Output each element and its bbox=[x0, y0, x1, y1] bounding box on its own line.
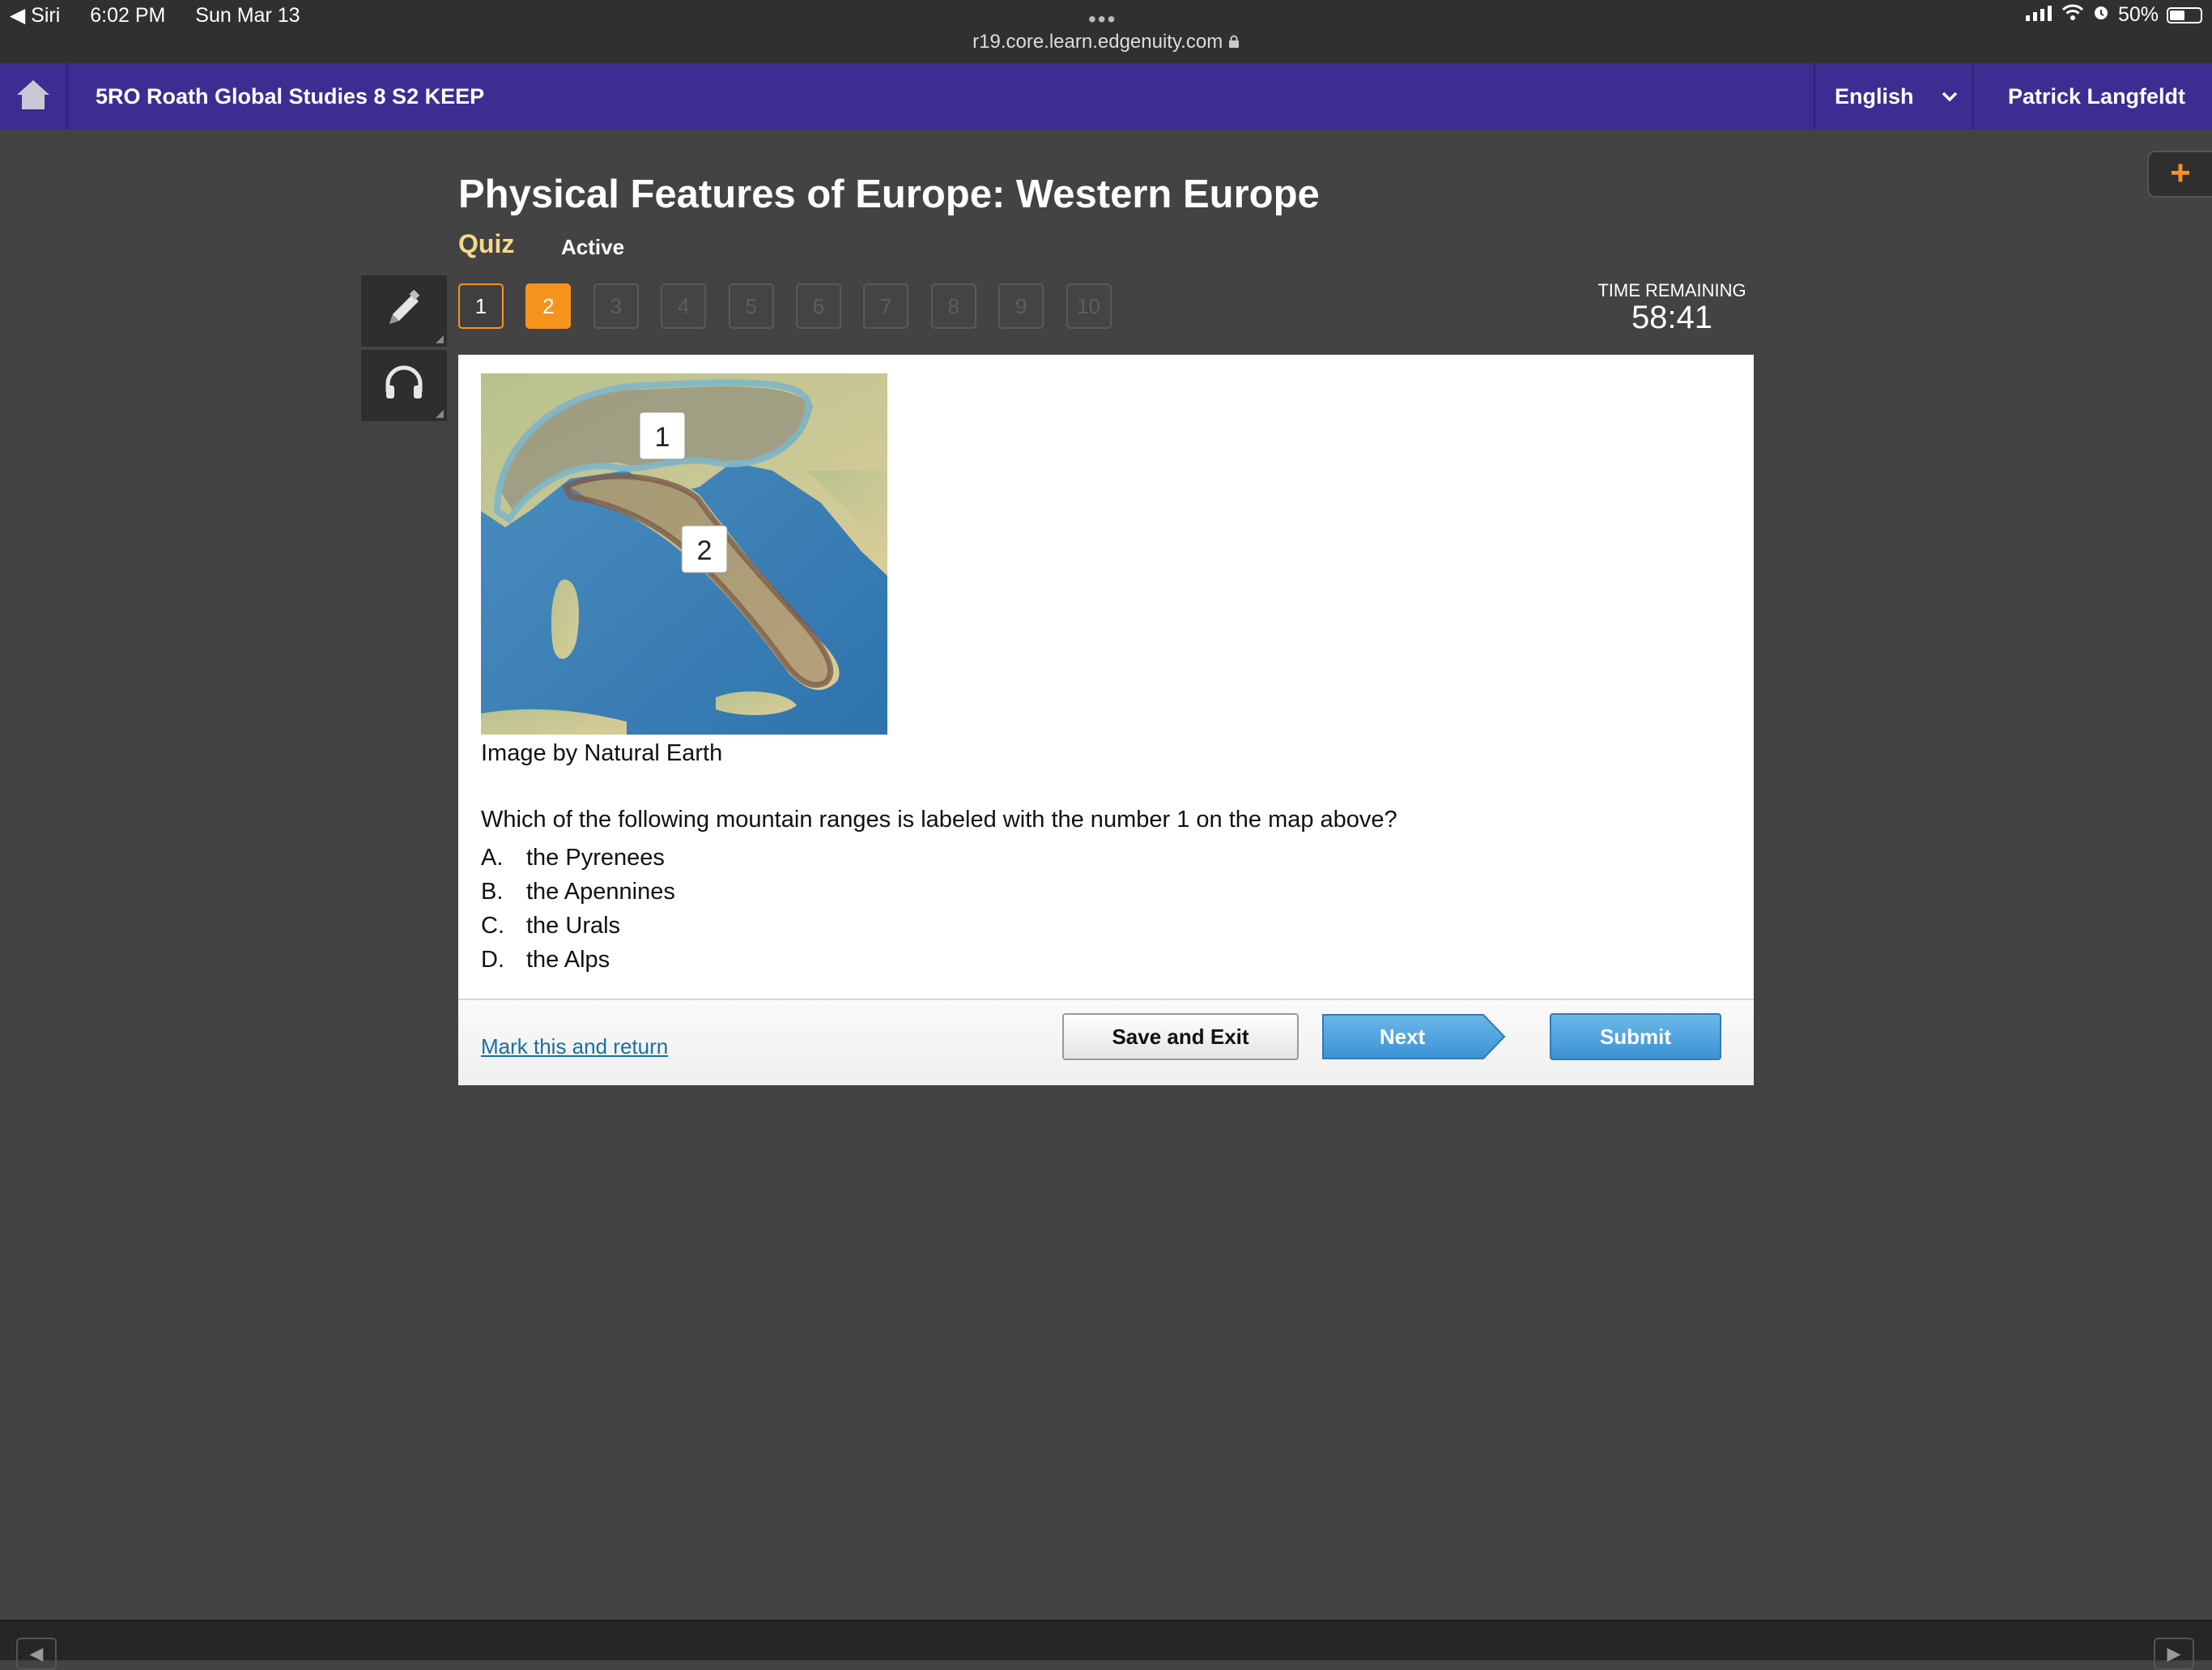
next-button[interactable]: Next bbox=[1321, 1013, 1508, 1060]
question-number-1[interactable]: 1 bbox=[458, 283, 504, 329]
status-left: ◀ Siri 6:02 PM Sun Mar 13 bbox=[10, 3, 325, 28]
answer-option-b[interactable]: B. the Apennines bbox=[481, 875, 675, 909]
answer-option-c[interactable]: C. the Urals bbox=[481, 909, 675, 943]
multitasking-dots-icon[interactable]: ••• bbox=[1088, 6, 1117, 32]
answer-text: the Pyrenees bbox=[526, 845, 665, 871]
next-activity-button[interactable]: ▶ bbox=[2154, 1638, 2194, 1670]
alarm-icon bbox=[2092, 3, 2110, 27]
answer-list: A. the Pyrenees B. the Apennines C. the Ura… bbox=[481, 841, 675, 977]
answer-letter: C. bbox=[481, 913, 504, 939]
question-number-10: 10 bbox=[1066, 283, 1112, 329]
plus-icon[interactable]: + bbox=[2147, 151, 2212, 198]
timer-value: 58:41 bbox=[1631, 300, 1713, 335]
mark-and-return-link[interactable]: Mark this and return bbox=[481, 1034, 668, 1059]
map-label-1: 1 bbox=[655, 422, 670, 453]
course-title: 5RO Roath Global Studies 8 S2 KEEP bbox=[96, 84, 485, 109]
lock-icon bbox=[1228, 31, 1240, 53]
question-number-2[interactable]: 2 bbox=[525, 283, 572, 329]
top-navigation: 5RO Roath Global Studies 8 S2 KEEP Engli… bbox=[0, 63, 2212, 130]
activity-status: Active bbox=[561, 235, 625, 259]
save-and-exit-button[interactable]: Save and Exit bbox=[1062, 1013, 1299, 1060]
status-bar: ◀ Siri 6:02 PM Sun Mar 13 ••• r19.core.l… bbox=[0, 0, 2212, 63]
answer-text: the Urals bbox=[526, 913, 621, 939]
status-right: 50% bbox=[2025, 3, 2202, 27]
answer-letter: B. bbox=[481, 879, 504, 905]
activity-type: Quiz bbox=[458, 229, 515, 258]
answer-option-a[interactable]: A. the Pyrenees bbox=[481, 841, 675, 875]
activity-bottom-bar: ◀ ▶ bbox=[0, 1620, 2212, 1670]
pencil-icon bbox=[381, 287, 427, 336]
wifi-icon bbox=[2061, 3, 2084, 27]
signal-icon bbox=[2025, 3, 2053, 27]
question-number-9: 9 bbox=[998, 283, 1044, 329]
chevron-down-icon bbox=[1942, 63, 1958, 130]
home-button[interactable] bbox=[0, 63, 68, 130]
question-number-6: 6 bbox=[795, 283, 841, 329]
back-to-siri-link[interactable]: ◀ Siri bbox=[10, 4, 60, 27]
expand-corner-icon bbox=[436, 410, 444, 418]
previous-activity-button[interactable]: ◀ bbox=[16, 1638, 57, 1670]
image-credit: Image by Natural Earth bbox=[481, 740, 723, 766]
timer-label: TIME REMAINING bbox=[1597, 280, 1746, 300]
status-date: Sun Mar 13 bbox=[195, 4, 300, 27]
question-prompt: Which of the following mountain ranges i… bbox=[481, 807, 1397, 833]
answer-option-d[interactable]: D. the Alps bbox=[481, 943, 675, 977]
question-number-3: 3 bbox=[593, 283, 639, 329]
address-bar[interactable]: r19.core.learn.edgenuity.com bbox=[0, 31, 2212, 53]
annotate-tool-button[interactable] bbox=[361, 275, 447, 347]
map-label-2: 2 bbox=[697, 535, 713, 566]
answer-letter: A. bbox=[481, 845, 504, 871]
question-navigation: 1 2 3 4 5 6 7 8 9 10 bbox=[458, 283, 1134, 329]
user-menu[interactable]: Patrick Langfeldt bbox=[1972, 63, 2212, 130]
question-number-7: 7 bbox=[863, 283, 909, 329]
status-time: 6:02 PM bbox=[90, 4, 166, 27]
italy-map-image: 1 2 bbox=[481, 373, 887, 735]
expand-corner-icon bbox=[436, 335, 444, 343]
headphones-icon bbox=[381, 361, 427, 411]
answer-text: the Apennines bbox=[526, 879, 675, 905]
url-text: r19.core.learn.edgenuity.com bbox=[972, 31, 1223, 53]
answer-letter: D. bbox=[481, 947, 504, 973]
next-button-label: Next bbox=[1379, 1025, 1426, 1049]
question-card: 1 2 Image by Natural Earth Which of the … bbox=[458, 355, 1754, 1085]
home-icon bbox=[15, 79, 51, 115]
battery-percent: 50% bbox=[2117, 3, 2159, 26]
language-value: English bbox=[1835, 84, 1914, 109]
question-number-4: 4 bbox=[661, 283, 707, 329]
audio-tool-button[interactable] bbox=[361, 350, 447, 421]
battery-icon bbox=[2167, 6, 2202, 23]
question-footer: Mark this and return Save and Exit Next … bbox=[458, 999, 1754, 1085]
page-title: Physical Features of Europe: Western Eur… bbox=[458, 173, 1320, 216]
language-select[interactable]: English bbox=[1814, 63, 1972, 130]
question-number-8: 8 bbox=[930, 283, 976, 329]
answer-text: the Alps bbox=[526, 947, 610, 973]
question-number-5: 5 bbox=[728, 283, 774, 329]
submit-button[interactable]: Submit bbox=[1550, 1013, 1721, 1060]
